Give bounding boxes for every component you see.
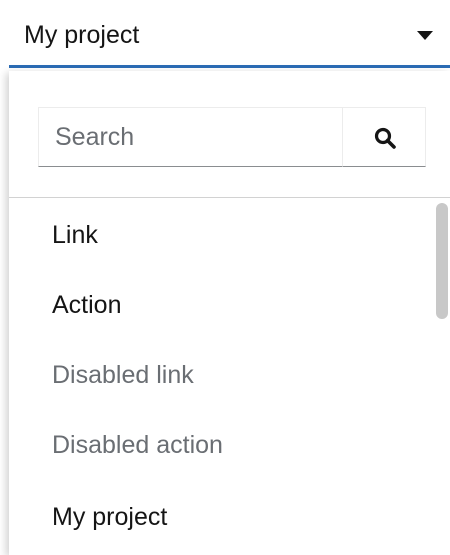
menu-item-link[interactable]: Link	[52, 220, 98, 250]
project-select-label: My project	[24, 21, 140, 49]
search-button[interactable]	[342, 107, 426, 167]
search-input[interactable]	[38, 107, 342, 167]
caret-down-icon	[417, 31, 433, 40]
project-select-toggle[interactable]: My project	[9, 0, 450, 68]
menu-item-my-project[interactable]: My project	[52, 502, 167, 532]
menu-item-action[interactable]: Action	[52, 290, 121, 320]
menu-item-disabled-action: Disabled action	[52, 431, 223, 459]
search-icon	[374, 127, 396, 149]
project-select-menu: Link Action Disabled link Disabled actio…	[9, 71, 450, 555]
search-section	[9, 71, 450, 198]
menu-scrollbar[interactable]	[436, 203, 448, 319]
menu-item-disabled-link: Disabled link	[52, 361, 194, 389]
